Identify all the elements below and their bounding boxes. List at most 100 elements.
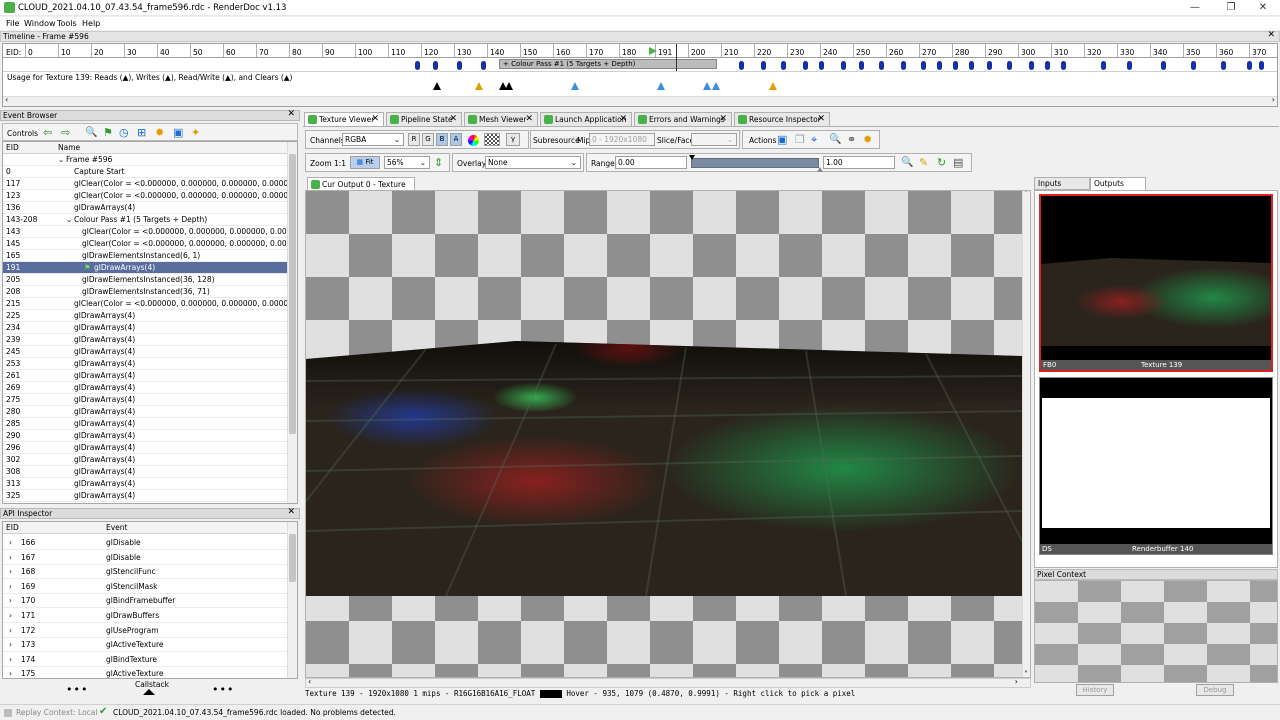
event-row[interactable]: 325 glDrawArrays(4): [3, 490, 297, 502]
restore-button[interactable]: ❐: [1214, 0, 1248, 16]
view-usage-icon[interactable]: 🔍: [829, 134, 841, 145]
tab-errors-and-warnings[interactable]: Errors and Warnings ✕: [634, 112, 732, 126]
bookmark-flag-icon[interactable]: ⚑: [103, 126, 113, 139]
event-row[interactable]: 253 glDrawArrays(4): [3, 358, 297, 370]
expand-chevron-icon[interactable]: ›: [9, 638, 12, 651]
api-row[interactable]: › 168 glStencilFunc: [3, 565, 297, 580]
tab-close-icon[interactable]: ✕: [719, 113, 727, 126]
histogram-icon[interactable]: ▤: [953, 156, 963, 169]
range-max-input[interactable]: 1.00: [823, 156, 895, 169]
event-row[interactable]: 145 glClear(Color = <0.000000, 0.000000, …: [3, 238, 297, 250]
drawcall-marker[interactable]: [1007, 61, 1012, 70]
api-inspector-close-icon[interactable]: ✕: [287, 508, 295, 517]
timeline-scrollbar[interactable]: ‹ ›: [3, 95, 1277, 106]
api-row[interactable]: › 173 glActiveTexture: [3, 638, 297, 653]
api-row[interactable]: › 171 glDrawBuffers: [3, 609, 297, 623]
more-icon[interactable]: •••: [212, 683, 234, 696]
expand-chevron-icon[interactable]: ⌄: [66, 214, 72, 225]
scroll-down-icon[interactable]: ˅: [1024, 670, 1028, 677]
viewer-vertical-scrollbar[interactable]: ˄ ˅: [1022, 191, 1030, 677]
link-icon[interactable]: ⚭: [847, 133, 856, 146]
api-row[interactable]: › 175 glActiveTexture: [3, 667, 297, 678]
scroll-left-icon[interactable]: ‹: [5, 95, 8, 104]
drawcall-marker[interactable]: [433, 61, 438, 70]
event-row[interactable]: 245 glDrawArrays(4): [3, 346, 297, 358]
event-list-scroll-thumb[interactable]: [289, 154, 296, 434]
tab-launch-application[interactable]: Launch Application ✕: [540, 112, 632, 126]
zoom-1to1-button[interactable]: 1:1: [334, 159, 346, 168]
range-min-handle-icon[interactable]: [689, 155, 695, 160]
event-row[interactable]: 225 glDrawArrays(4): [3, 310, 297, 322]
event-list[interactable]: EID Name ⌄ Frame #596 0 Capture Start 117 glC…: [2, 141, 298, 504]
api-row[interactable]: › 172 glUseProgram: [3, 624, 297, 638]
goto-location-icon[interactable]: ⌖: [811, 133, 817, 147]
menu-file[interactable]: File: [6, 19, 19, 28]
event-row[interactable]: 117 glClear(Color = <0.000000, 0.000000, …: [3, 178, 297, 190]
output-thumbnail-texture-139[interactable]: FB0 Texture 139: [1039, 194, 1273, 372]
drawcall-marker[interactable]: [781, 61, 786, 70]
drawcall-marker[interactable]: [415, 61, 420, 70]
drawcall-marker[interactable]: [841, 61, 846, 70]
event-row[interactable]: 205 glDrawElementsInstanced(36, 128): [3, 274, 297, 286]
api-event-list[interactable]: EID Event › 166 glDisable › 167 glDisable › 168…: [2, 521, 298, 679]
drawcall-marker[interactable]: [859, 61, 864, 70]
drawcall-marker[interactable]: [1061, 61, 1066, 70]
next-event-icon[interactable]: ⇨: [61, 126, 70, 139]
drawcall-marker[interactable]: [761, 61, 766, 70]
tab-cur-output[interactable]: Cur Output 0 - Texture 139: [307, 177, 415, 202]
tab-pipeline-state[interactable]: Pipeline State ✕: [386, 112, 462, 126]
history-button[interactable]: History: [1076, 684, 1114, 696]
menu-tools[interactable]: Tools: [57, 19, 77, 28]
event-row[interactable]: 239 glDrawArrays(4): [3, 334, 297, 346]
colour-pass-bar[interactable]: + Colour Pass #1 (5 Targets + Depth): [499, 59, 717, 69]
event-row[interactable]: 308 glDrawArrays(4): [3, 466, 297, 478]
drawcall-marker[interactable]: [1029, 61, 1034, 70]
scroll-left-icon[interactable]: ‹: [308, 677, 311, 686]
checkerboard-icon[interactable]: [484, 133, 500, 146]
expand-chevron-icon[interactable]: ›: [9, 536, 12, 549]
slice-face-select[interactable]: ⌄: [691, 133, 737, 146]
drawcall-marker[interactable]: [937, 61, 942, 70]
drawcall-marker[interactable]: [953, 61, 958, 70]
filter-icon[interactable]: ⊞: [137, 126, 146, 139]
drawcall-marker[interactable]: [921, 61, 926, 70]
expand-chevron-icon[interactable]: ›: [9, 580, 12, 593]
event-row[interactable]: 269 glDrawArrays(4): [3, 382, 297, 394]
drawcall-marker[interactable]: [901, 61, 906, 70]
tab-resource-inspector[interactable]: Resource Inspector ✕: [734, 112, 830, 126]
channels-select[interactable]: RGBA ⌄: [342, 133, 404, 146]
settings-gear-icon[interactable]: ✹: [863, 133, 872, 146]
tab-mesh-viewer[interactable]: Mesh Viewer ✕: [464, 112, 538, 126]
previous-event-icon[interactable]: ⇦: [43, 126, 52, 139]
event-list-scrollbar[interactable]: [287, 142, 297, 503]
event-row[interactable]: 302 glDrawArrays(4): [3, 454, 297, 466]
timeline-panel[interactable]: EID: 0 10 20 30 40 50 60 70 80 90 100 110 120 130 140 1…: [2, 43, 1278, 107]
expand-chevron-icon[interactable]: ›: [9, 551, 12, 564]
api-row[interactable]: › 170 glBindFramebuffer: [3, 594, 297, 609]
api-list-scrollbar[interactable]: [287, 522, 297, 678]
expand-chevron-icon[interactable]: ›: [9, 624, 12, 637]
event-row[interactable]: 290 glDrawArrays(4): [3, 430, 297, 442]
expand-chevron-icon[interactable]: ›: [9, 667, 12, 678]
drawcall-marker[interactable]: [1127, 61, 1132, 70]
event-row[interactable]: 208 glDrawElementsInstanced(36, 71): [3, 286, 297, 298]
api-row[interactable]: › 166 glDisable: [3, 536, 297, 550]
tab-outputs[interactable]: Outputs: [1090, 177, 1146, 190]
output-thumbnail-renderbuffer-140[interactable]: DS Renderbuffer 140: [1039, 377, 1273, 555]
event-row[interactable]: 215 glClear(Color = <0.000000, 0.000000, …: [3, 298, 297, 310]
channel-r-button[interactable]: R: [408, 133, 420, 146]
menu-help[interactable]: Help: [82, 19, 100, 28]
expand-chevron-icon[interactable]: ›: [9, 609, 12, 622]
replay-context-label[interactable]: Replay Context: Local: [16, 705, 97, 720]
event-row[interactable]: 280 glDrawArrays(4): [3, 406, 297, 418]
save-texture-icon[interactable]: ▣: [777, 133, 787, 146]
event-row[interactable]: ⌄ 143-208 Colour Pass #1 (5 Targets + Dept…: [3, 214, 297, 226]
tab-close-icon[interactable]: ✕: [619, 113, 627, 126]
mip-select[interactable]: 0 - 1920x1080: [589, 133, 655, 146]
auto-fit-icon[interactable]: ✎: [919, 156, 928, 169]
drawcall-marker[interactable]: [969, 61, 974, 70]
drawcall-marker[interactable]: [1221, 61, 1226, 70]
texture-view-canvas[interactable]: ˄ ˅: [305, 190, 1031, 678]
callstack-label[interactable]: Callstack: [135, 680, 169, 689]
col-api-eid[interactable]: EID: [6, 522, 19, 534]
